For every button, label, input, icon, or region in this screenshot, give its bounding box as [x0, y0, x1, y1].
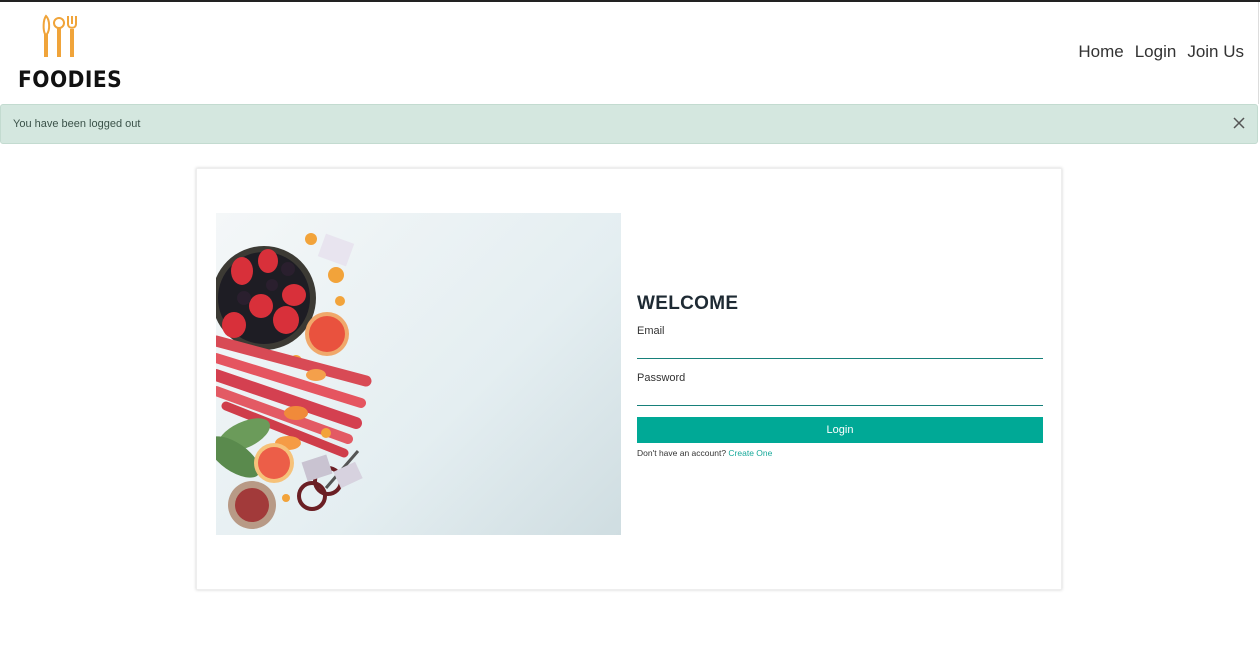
logout-alert: You have been logged out — [0, 104, 1258, 144]
email-label: Email — [637, 325, 665, 337]
nav-join-link[interactable]: Join Us — [1187, 42, 1244, 62]
brand-logo[interactable]: FOODIES — [18, 14, 122, 96]
password-group: Password — [637, 372, 1043, 406]
nav-login-link[interactable]: Login — [1135, 42, 1177, 62]
login-card: WELCOME Email Password Login Don't have … — [196, 168, 1062, 590]
login-button[interactable]: Login — [637, 417, 1043, 443]
food-illustration — [216, 233, 372, 529]
utensils-icon — [42, 14, 77, 57]
brand-name: FOODIES — [18, 68, 123, 93]
alert-message: You have been logged out — [13, 118, 141, 130]
signup-text: Don't have an account? — [637, 448, 727, 458]
close-icon[interactable] — [1231, 115, 1247, 131]
signup-prompt: Don't have an account? Create One — [637, 448, 1043, 458]
food-hero-image — [216, 213, 621, 535]
navbar: FOODIES Home Login Join Us — [0, 2, 1259, 104]
password-field[interactable] — [637, 384, 1043, 406]
welcome-title: WELCOME — [637, 293, 739, 314]
password-label: Password — [637, 372, 686, 384]
create-account-link[interactable]: Create One — [728, 448, 772, 458]
login-form: WELCOME Email Password Login Don't have … — [637, 293, 1043, 458]
email-group: Email — [637, 325, 1043, 359]
nav-links: Home Login Join Us — [1078, 42, 1244, 62]
email-field[interactable] — [637, 337, 1043, 359]
nav-home-link[interactable]: Home — [1078, 42, 1123, 62]
